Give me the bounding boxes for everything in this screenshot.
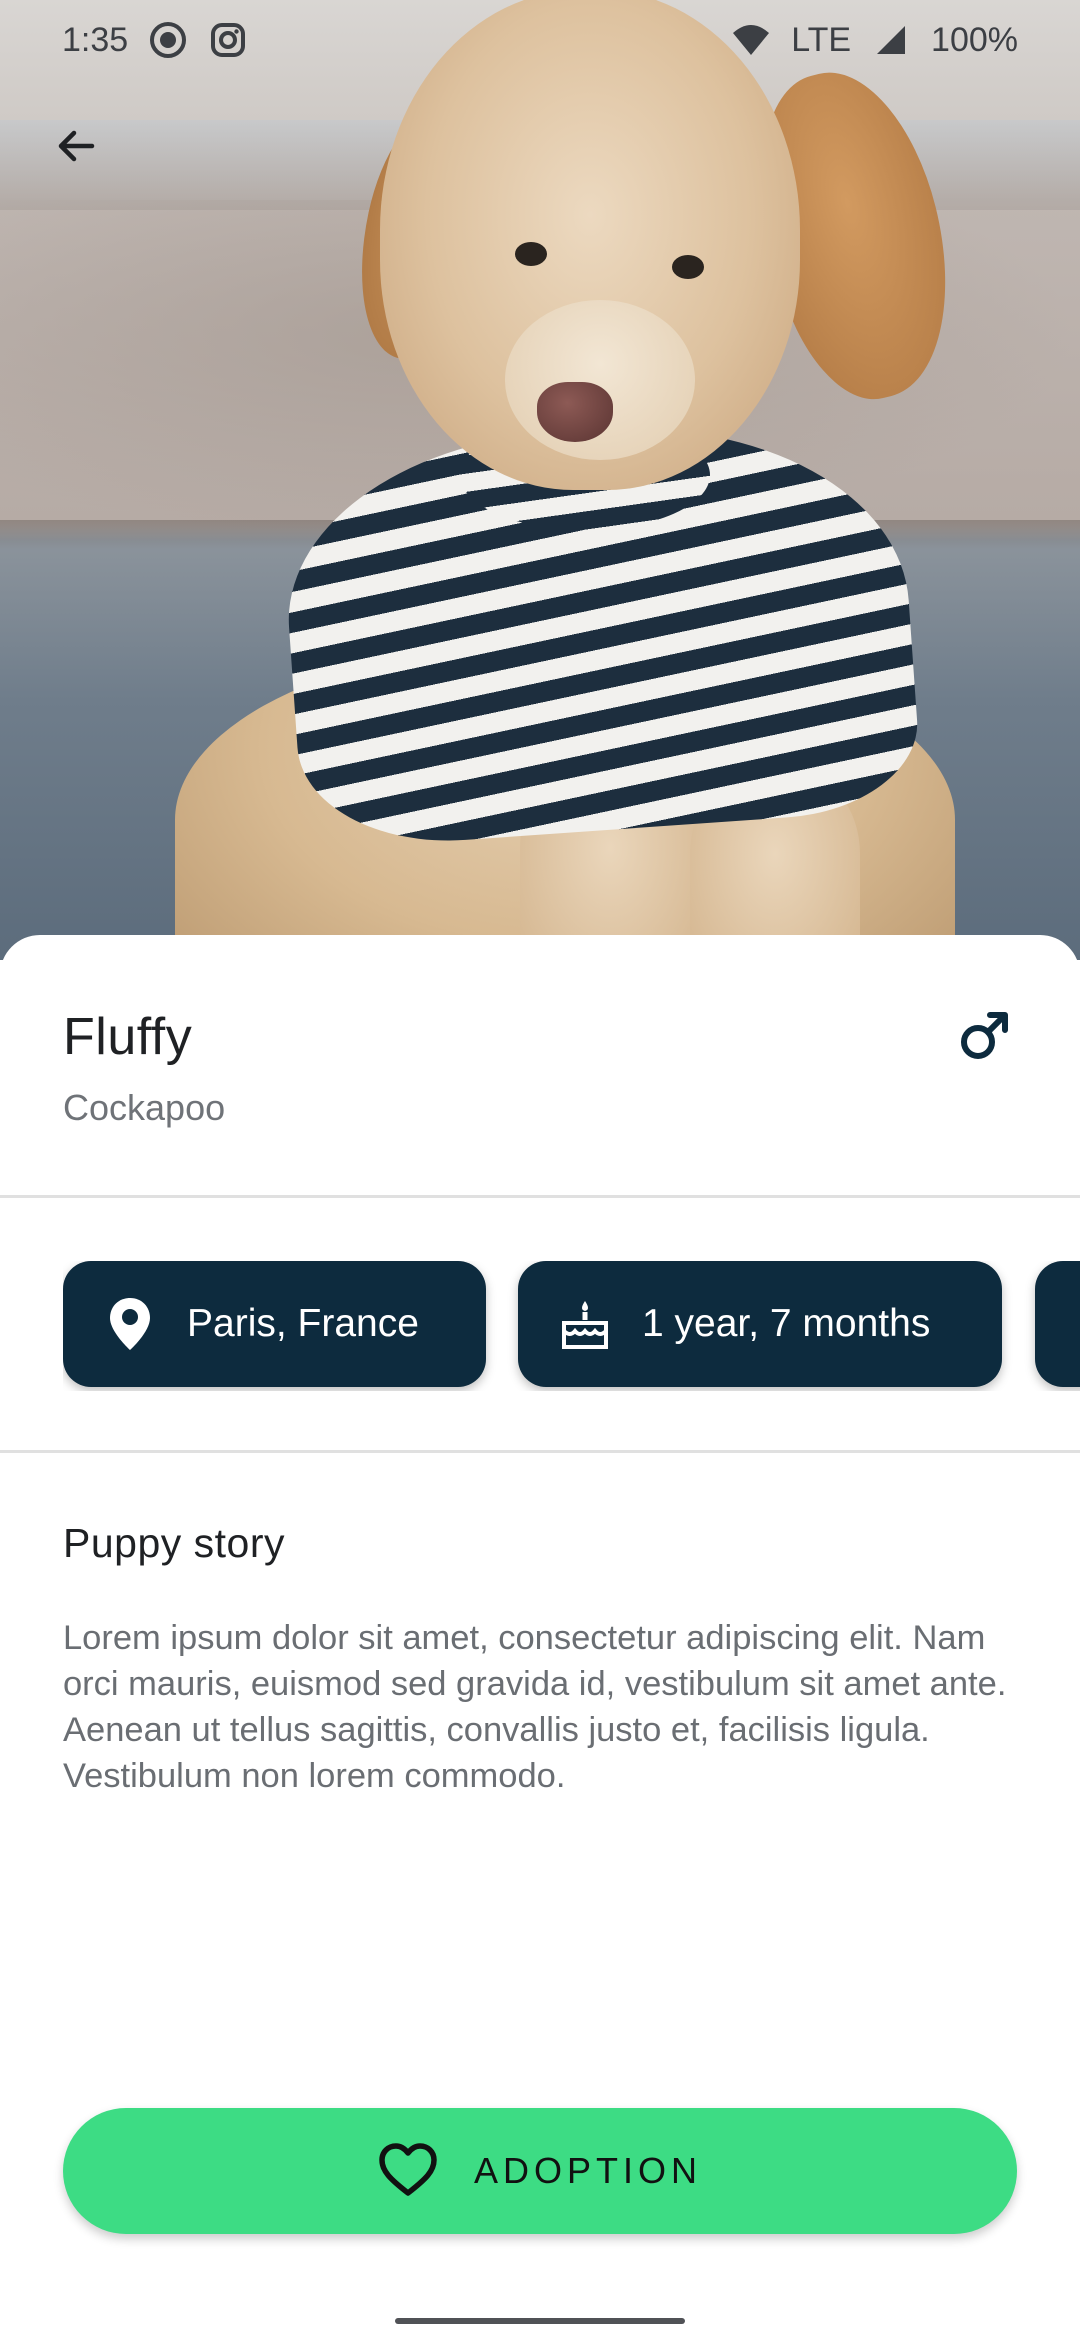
location-pin-icon [95,1296,165,1352]
puppy-photo [0,0,1080,960]
age-chip[interactable]: 1 year, 7 months [518,1261,1002,1387]
divider [0,1195,1080,1198]
status-bar: 1:35 LTE 100% [0,0,1080,80]
divider [0,1450,1080,1453]
adoption-button[interactable]: ADOPTION [63,2108,1017,2234]
cell-signal-icon [871,20,911,60]
location-label: Paris, France [187,1302,419,1345]
pet-name: Fluffy [63,1008,193,1066]
male-icon [955,1005,1015,1065]
details-sheet: Fluffy Cockapoo Paris, France 1 year, 7 … [0,935,1080,2340]
back-button[interactable] [36,108,116,188]
adoption-label: ADOPTION [473,2150,702,2191]
battery-level: 100% [931,20,1018,59]
arrow-back-icon [52,122,100,175]
pet-breed: Cockapoo [63,1087,226,1128]
story-title: Puppy story [63,1520,285,1566]
status-time: 1:35 [62,20,129,59]
age-label: 1 year, 7 months [642,1302,931,1345]
info-chips: Paris, France 1 year, 7 months [63,1261,1080,1391]
heart-icon [378,2141,438,2201]
extra-chip[interactable] [1035,1261,1080,1387]
cake-icon [550,1299,620,1349]
record-icon [148,20,188,60]
location-chip[interactable]: Paris, France [63,1261,486,1387]
instagram-icon [208,20,248,60]
pet-detail-screen: 1:35 LTE 100% Fluffy Cockapoo Paris, Fra… [0,0,1080,2340]
network-type: LTE [791,20,852,59]
home-indicator[interactable] [395,2318,685,2324]
wifi-icon [731,20,771,60]
story-text: Lorem ipsum dolor sit amet, consectetur … [63,1619,1007,1795]
